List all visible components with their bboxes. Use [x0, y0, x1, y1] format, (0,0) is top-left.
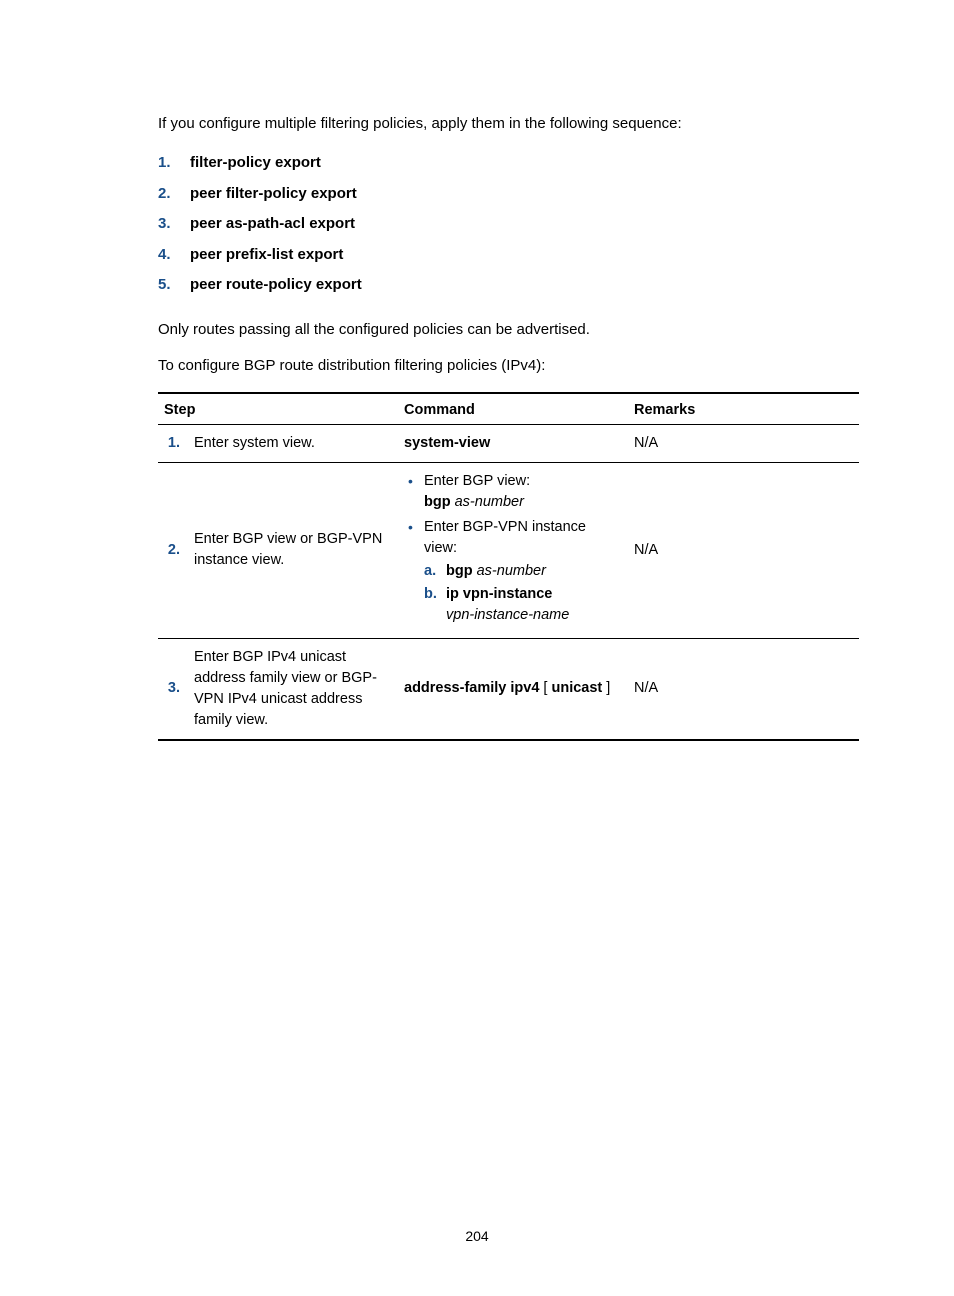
- step-number: 3.: [164, 678, 194, 699]
- document-page: If you configure multiple filtering poli…: [0, 0, 954, 741]
- list-text: peer prefix-list export: [190, 244, 343, 267]
- list-item: 4. peer prefix-list export: [158, 240, 859, 271]
- list-item: 5. peer route-policy export: [158, 270, 859, 301]
- cmd-param: as-number: [455, 494, 524, 510]
- command-cell: system-view: [398, 424, 628, 462]
- list-number: 3.: [158, 213, 190, 236]
- sub-item: b. ip vpn-instance vpn-instance-name: [424, 584, 622, 626]
- remarks-cell: N/A: [628, 638, 859, 740]
- cmd-param: vpn-instance-name: [446, 607, 569, 623]
- table-row: 1. Enter system view. system-view N/A: [158, 424, 859, 462]
- list-text: filter-policy export: [190, 152, 321, 175]
- page-number: 204: [0, 1228, 954, 1244]
- list-item: 2. peer filter-policy export: [158, 179, 859, 210]
- table-header-row: Step Command Remarks: [158, 393, 859, 425]
- step-description: Enter BGP view or BGP-VPN instance view.: [194, 529, 392, 571]
- config-table: Step Command Remarks 1. Enter system vie…: [158, 392, 859, 741]
- bullet-item: Enter BGP-VPN instance view: a. bgp as-n…: [404, 517, 622, 626]
- step-cell: 1. Enter system view.: [158, 424, 398, 462]
- policy-sequence-list: 1. filter-policy export 2. peer filter-p…: [158, 148, 859, 301]
- step-cell: 2. Enter BGP view or BGP-VPN instance vi…: [158, 462, 398, 638]
- table-row: 2. Enter BGP view or BGP-VPN instance vi…: [158, 462, 859, 638]
- cmd-keyword: bgp: [424, 494, 451, 510]
- cmd-keyword: unicast: [552, 680, 603, 696]
- remarks-cell: N/A: [628, 462, 859, 638]
- table-row: 3. Enter BGP IPv4 unicast address family…: [158, 638, 859, 740]
- cmd-keyword: address-family ipv4: [404, 680, 539, 696]
- th-step: Step: [158, 393, 398, 425]
- list-item: 1. filter-policy export: [158, 148, 859, 179]
- list-number: 5.: [158, 274, 190, 297]
- letter-marker: a.: [424, 561, 436, 582]
- bracket: ]: [602, 680, 610, 696]
- step-number: 1.: [164, 433, 194, 454]
- th-remarks: Remarks: [628, 393, 859, 425]
- sub-item: a. bgp as-number: [424, 561, 622, 582]
- step-description: Enter BGP IPv4 unicast address family vi…: [194, 647, 392, 731]
- list-number: 1.: [158, 152, 190, 175]
- list-text: peer as-path-acl export: [190, 213, 355, 236]
- remarks-cell: N/A: [628, 424, 859, 462]
- list-text: peer route-policy export: [190, 274, 362, 297]
- intro-paragraph: If you configure multiple filtering poli…: [158, 113, 859, 134]
- bullet-text: Enter BGP-VPN instance view:: [424, 519, 586, 556]
- cmd-keyword: bgp: [446, 563, 473, 579]
- step-description: Enter system view.: [194, 433, 392, 454]
- command-cell: Enter BGP view: bgp as-number Enter BGP-…: [398, 462, 628, 638]
- list-number: 4.: [158, 244, 190, 267]
- cmd-param: as-number: [477, 563, 546, 579]
- step-number: 2.: [164, 540, 194, 561]
- list-text: peer filter-policy export: [190, 183, 357, 206]
- cmd-keyword: ip vpn-instance: [446, 586, 552, 602]
- command-text: system-view: [404, 435, 490, 451]
- list-item: 3. peer as-path-acl export: [158, 209, 859, 240]
- step-cell: 3. Enter BGP IPv4 unicast address family…: [158, 638, 398, 740]
- command-cell: address-family ipv4 [ unicast ]: [398, 638, 628, 740]
- bullet-item: Enter BGP view: bgp as-number: [404, 471, 622, 513]
- th-command: Command: [398, 393, 628, 425]
- paragraph: Only routes passing all the configured p…: [158, 319, 859, 342]
- paragraph: To configure BGP route distribution filt…: [158, 355, 859, 378]
- bullet-text: Enter BGP view:: [424, 473, 530, 489]
- bracket: [: [539, 680, 551, 696]
- list-number: 2.: [158, 183, 190, 206]
- letter-marker: b.: [424, 584, 437, 605]
